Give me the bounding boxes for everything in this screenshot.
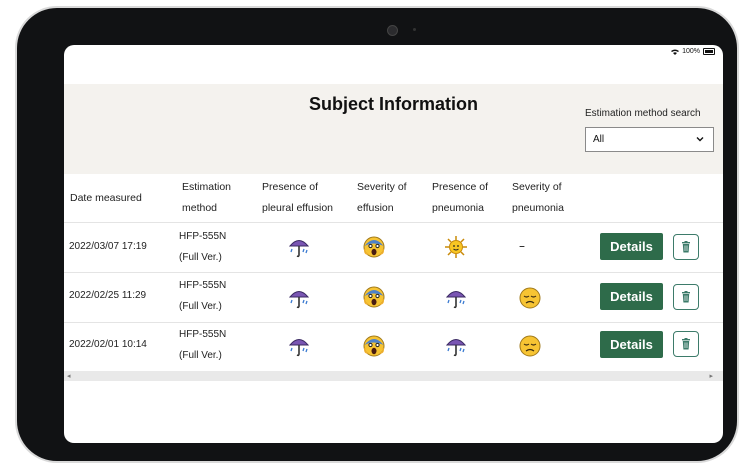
details-button[interactable]: Details [600,233,663,260]
tablet-frame: 100% Subject Information Estimation meth… [17,8,737,461]
date-cell: 2022/02/01 10:14 [69,339,147,350]
column-header-text: method [182,202,218,214]
column-header-text: pneumonia [512,202,564,214]
method-cell: HFP-555N (Full Ver.) [179,275,226,317]
column-header-effusion-severity: Severity of effusion [357,177,407,219]
column-header-text: pneumonia [432,202,484,214]
column-header-date: Date measured [70,188,142,209]
umbrella-rain-icon [445,291,467,309]
column-header-text: Severity of [357,181,407,193]
date-cell: 2022/02/25 11:29 [69,290,147,301]
method-text: HFP-555N [179,231,227,242]
column-header-effusion-presence: Presence of pleural effusion [262,177,333,219]
column-header-pneumonia-presence: Presence of pneumonia [432,177,488,219]
screaming-face-icon [363,286,385,308]
method-text: (Full Ver.) [179,252,222,263]
date-cell: 2022/03/07 17:19 [69,241,147,252]
table-header: Date measured Estimation method Presence… [64,174,723,223]
umbrella-rain-icon [445,339,467,357]
chevron-down-icon [696,137,704,142]
column-header-text: pleural effusion [262,202,334,214]
umbrella-rain-icon [288,291,310,309]
umbrella-rain-icon [288,339,310,357]
screen: 100% Subject Information Estimation meth… [64,45,723,443]
delete-button[interactable] [673,284,699,310]
table-row: 2022/02/01 10:14 HFP-555N (Full Ver.) De… [64,322,723,372]
column-header-text: Date measured [70,192,142,204]
camera-sensor [413,28,416,31]
screaming-face-icon [363,335,385,357]
front-camera [387,25,398,36]
screaming-face-icon [363,236,385,258]
table-row: 2022/03/07 17:19 HFP-555N (Full Ver.) – … [64,223,723,273]
table-row: 2022/02/25 11:29 HFP-555N (Full Ver.) De… [64,273,723,323]
disappointed-face-icon [519,287,541,309]
method-text: HFP-555N [179,280,227,291]
method-text: (Full Ver.) [179,301,222,312]
details-button[interactable]: Details [600,331,663,358]
column-header-text: Presence of [432,181,489,193]
delete-button[interactable] [673,234,699,260]
details-button[interactable]: Details [600,283,663,310]
delete-button[interactable] [673,331,699,357]
method-text: HFP-555N [179,329,227,340]
method-cell: HFP-555N (Full Ver.) [179,226,226,268]
scroll-left-arrow[interactable]: ◂ [67,372,71,380]
column-header-text: effusion [357,202,394,214]
scroll-right-arrow[interactable]: ▸ [709,372,713,380]
trash-icon [682,241,690,253]
column-header-text: Presence of [262,181,319,193]
status-bar: 100% [671,48,715,55]
select-value: All [593,134,605,145]
trash-icon [682,338,690,350]
trash-icon [682,291,690,303]
method-cell: HFP-555N (Full Ver.) [179,324,226,366]
column-header-text: Estimation [182,181,232,193]
horizontal-scrollbar[interactable]: ◂ ▸ [64,371,723,381]
battery-percent: 100% [682,48,700,55]
column-header-method: Estimation method [182,177,231,219]
estimation-method-select[interactable]: All [585,127,714,152]
battery-icon [703,48,715,55]
wifi-icon [671,49,680,55]
column-header-text: Severity of [512,181,562,193]
column-header-pneumonia-severity: Severity of pneumonia [512,177,564,219]
sun-icon [445,236,467,258]
page-header: Subject Information Estimation method se… [64,84,723,174]
no-data-dash: – [519,239,525,253]
umbrella-rain-icon [288,240,310,258]
method-text: (Full Ver.) [179,350,222,361]
disappointed-face-icon [519,335,541,357]
search-label: Estimation method search [585,108,701,119]
